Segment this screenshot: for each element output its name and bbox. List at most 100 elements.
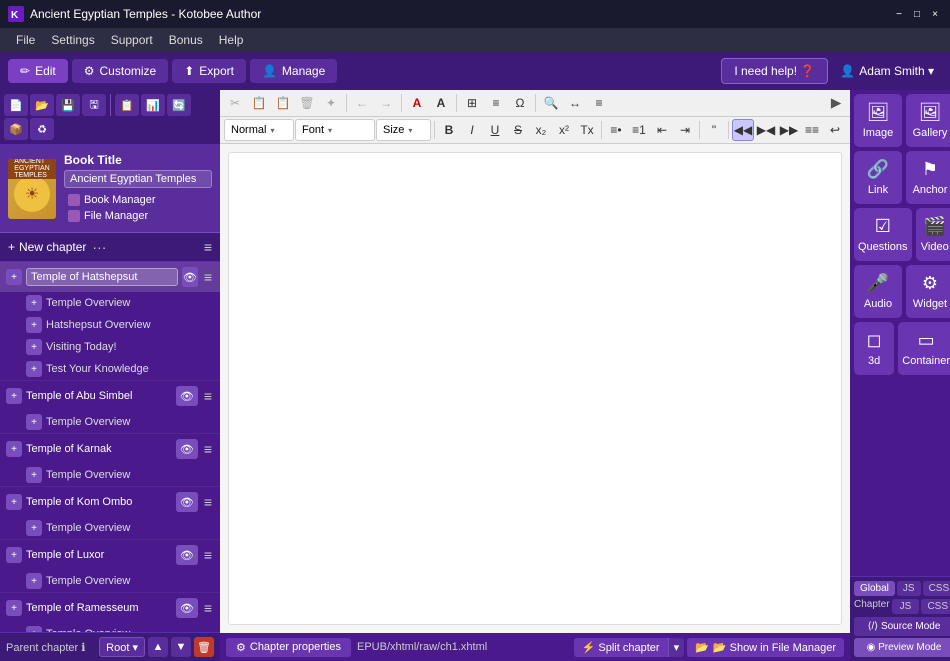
chapter-js-tab[interactable]: JS (892, 599, 920, 614)
help-button[interactable]: I need help! ❓ (721, 58, 828, 84)
sub-chapter-row[interactable]: + Hatshepsut Overview (20, 314, 220, 336)
editor-content[interactable] (228, 152, 842, 625)
user-button[interactable]: 👤 Adam Smith ▾ (832, 59, 942, 83)
sub-chapter-row[interactable]: + Temple Overview (20, 464, 220, 486)
chapter-options-button[interactable]: ≡ (202, 547, 214, 563)
align-center-button[interactable]: ▶◀ (755, 119, 777, 141)
chapter-row[interactable]: + Temple of Kom Ombo 👁 ≡ (0, 487, 220, 517)
new-doc-button[interactable]: 📄 (4, 94, 28, 116)
preview-mode-button[interactable]: ◉ Preview Mode (854, 638, 950, 657)
chapter-visibility-button[interactable]: 👁 (176, 439, 198, 459)
paste-button[interactable]: 📊 (141, 94, 165, 116)
sub-expand-button[interactable]: + (26, 339, 42, 355)
chapter-visibility-button[interactable]: 👁 (176, 598, 198, 618)
clear-format-button[interactable]: Tx (576, 119, 598, 141)
chapter-visibility-button[interactable]: 👁 (176, 386, 198, 406)
superscript-button[interactable]: x² (553, 119, 575, 141)
bold-button[interactable]: B (438, 119, 460, 141)
chapter-row[interactable]: + Temple of Ramesseum 👁 ≡ (0, 593, 220, 623)
paste-editor-button[interactable]: 📋 (272, 92, 294, 114)
manage-button[interactable]: 👤 Manage (250, 59, 337, 83)
video-button[interactable]: 🎬 Video (916, 208, 950, 261)
special-chars-button[interactable]: Ω (509, 92, 531, 114)
chapter-name-input[interactable] (26, 268, 178, 286)
blockquote-button[interactable]: " (703, 119, 725, 141)
indent-button[interactable]: ⇥ (674, 119, 696, 141)
maximize-button[interactable]: □ (910, 7, 924, 21)
show-file-manager-button[interactable]: 📂 📂 Show in File Manager (687, 638, 844, 657)
chapter-options-button[interactable]: ≡ (202, 600, 214, 616)
threed-button[interactable]: ◻ 3d (854, 322, 894, 375)
chapter-expand-button[interactable]: + (6, 547, 22, 563)
sub-chapter-row[interactable]: + Temple Overview (20, 411, 220, 433)
sub-chapter-row[interactable]: + Test Your Knowledge (20, 358, 220, 380)
chapter-expand-button[interactable]: + (6, 269, 22, 285)
cut-button[interactable]: ✂ (224, 92, 246, 114)
split-chapter-arrow[interactable]: ▾ (668, 638, 685, 657)
underline-button[interactable]: U (484, 119, 506, 141)
italic-button[interactable]: I (461, 119, 483, 141)
copy-editor-button[interactable]: 📋 (248, 92, 270, 114)
search-button[interactable]: 🔍 (540, 92, 562, 114)
subscript-button[interactable]: x₂ (530, 119, 552, 141)
copy-button[interactable]: 📋 (115, 94, 139, 116)
outdent-button[interactable]: ⇤ (651, 119, 673, 141)
table-button[interactable]: ⊞ (461, 92, 483, 114)
sub-chapter-row[interactable]: + Temple Overview (20, 623, 220, 632)
questions-button[interactable]: ☑ Questions (854, 208, 912, 261)
size-select[interactable]: Size ▾ (376, 119, 431, 141)
css-tab[interactable]: CSS (923, 581, 950, 596)
list-view-button[interactable]: ≡ (204, 239, 212, 255)
close-button[interactable]: × (928, 7, 942, 21)
chapter-expand-button[interactable]: + (6, 388, 22, 404)
undo-button[interactable]: ← (351, 92, 373, 114)
rtl-button[interactable]: ↩ (824, 119, 846, 141)
chapter-row[interactable]: + Temple of Luxor 👁 ≡ (0, 540, 220, 570)
menu-settings[interactable]: Settings (43, 31, 102, 49)
chapter-expand-button[interactable]: + (6, 441, 22, 457)
text-color-button[interactable]: A (406, 92, 428, 114)
menu-help[interactable]: Help (211, 31, 252, 49)
undo-sidebar-button[interactable]: ♻ (30, 118, 54, 140)
new-chapter-button[interactable]: + New chapter (8, 240, 86, 254)
special-paste-button[interactable]: ✦ (320, 92, 342, 114)
menu-file[interactable]: File (8, 31, 43, 49)
chapter-row[interactable]: + Temple of Abu Simbel 👁 ≡ (0, 381, 220, 411)
sub-chapter-row[interactable]: + Visiting Today! (20, 336, 220, 358)
chapter-visibility-button[interactable]: 👁 (182, 267, 198, 287)
style-select[interactable]: Normal ▾ (224, 119, 294, 141)
delete-button[interactable]: 🗑 (296, 92, 318, 114)
source-mode-button[interactable]: ⟨/⟩ Source Mode (854, 617, 950, 636)
align-left-button[interactable]: ◀◀ (732, 119, 754, 141)
sub-expand-button[interactable]: + (26, 317, 42, 333)
replace-button[interactable]: ↔ (564, 92, 586, 114)
export-button[interactable]: ⬆ Export (172, 59, 246, 83)
chapter-row[interactable]: + 👁 ≡ (0, 262, 220, 292)
chapter-expand-button[interactable]: + (6, 600, 22, 616)
chapter-expand-button[interactable]: + (6, 494, 22, 510)
list-unordered-button[interactable]: ≡• (605, 119, 627, 141)
open-button[interactable]: 📂 (30, 94, 54, 116)
chapter-css-tab[interactable]: CSS (921, 599, 950, 614)
save-as-button[interactable]: 🖫 (82, 94, 106, 116)
font-select[interactable]: Font ▾ (295, 119, 375, 141)
delete-chapter-button[interactable]: 🗑 (194, 637, 214, 657)
chapter-options-button[interactable]: ≡ (202, 388, 214, 404)
redo-button[interactable]: → (375, 92, 397, 114)
sub-expand-button[interactable]: + (26, 520, 42, 536)
list-ordered-button[interactable]: ≡1 (628, 119, 650, 141)
split-chapter-button[interactable]: ⚡ Split chapter (574, 638, 668, 657)
sub-chapter-row[interactable]: + Temple Overview (20, 517, 220, 539)
align-right-button[interactable]: ▶▶ (778, 119, 800, 141)
global-tab[interactable]: Global (854, 581, 895, 596)
toolbar-expand-button[interactable]: ▶ (826, 92, 846, 114)
move-up-button[interactable]: ▲ (148, 637, 168, 657)
book-subtitle-input[interactable] (64, 170, 212, 188)
sub-expand-button[interactable]: + (26, 414, 42, 430)
anchor-button[interactable]: ⚑ Anchor (906, 151, 950, 204)
customize-button[interactable]: ⚙ Customize (72, 59, 168, 83)
chapter-options-button[interactable]: ≡ (202, 494, 214, 510)
save-button[interactable]: 💾 (56, 94, 80, 116)
list-button[interactable]: ≡ (485, 92, 507, 114)
root-select[interactable]: Root ▾ (99, 637, 145, 657)
